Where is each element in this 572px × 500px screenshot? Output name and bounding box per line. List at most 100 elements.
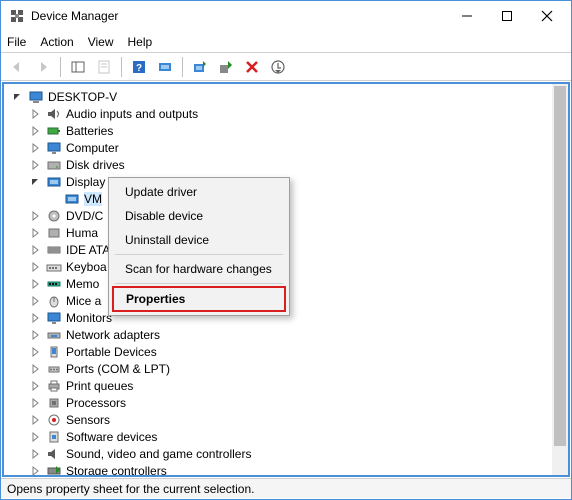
- menu-file[interactable]: File: [7, 35, 26, 49]
- caret-right-icon[interactable]: [29, 312, 41, 324]
- sensor-icon: [46, 412, 62, 428]
- tree-item-network[interactable]: Network adapters: [8, 326, 568, 343]
- toolbar-separator: [121, 57, 122, 77]
- show-hide-tree-button[interactable]: [66, 56, 90, 78]
- back-button[interactable]: [5, 56, 29, 78]
- tree-item-label: Portable Devices: [66, 345, 157, 359]
- battery-icon: [46, 123, 62, 139]
- update-driver-button[interactable]: [188, 56, 212, 78]
- caret-right-icon[interactable]: [29, 295, 41, 307]
- tree-item-label: Computer: [66, 141, 119, 155]
- caret-right-icon[interactable]: [29, 448, 41, 460]
- disk-icon: [46, 157, 62, 173]
- context-menu-disable-device[interactable]: Disable device: [111, 204, 287, 228]
- tree-item-software-devices[interactable]: Software devices: [8, 428, 568, 445]
- caret-right-icon[interactable]: [29, 142, 41, 154]
- caret-right-icon[interactable]: [29, 244, 41, 256]
- tree-item-label: Memo: [66, 277, 99, 291]
- tree-item-sensors[interactable]: Sensors: [8, 411, 568, 428]
- caret-right-icon[interactable]: [29, 278, 41, 290]
- tree-item-sound[interactable]: Sound, video and game controllers: [8, 445, 568, 462]
- context-menu-uninstall-device[interactable]: Uninstall device: [111, 228, 287, 252]
- tree-item-processors[interactable]: Processors: [8, 394, 568, 411]
- tree-root-label: DESKTOP-V: [48, 90, 117, 104]
- caret-right-icon[interactable]: [29, 431, 41, 443]
- tree-root[interactable]: DESKTOP-V: [8, 88, 568, 105]
- caret-down-icon[interactable]: [29, 176, 41, 188]
- menu-help[interactable]: Help: [128, 35, 153, 49]
- hid-icon: [46, 225, 62, 241]
- context-menu-update-driver[interactable]: Update driver: [111, 180, 287, 204]
- help-button[interactable]: ?: [127, 56, 151, 78]
- caret-right-icon[interactable]: [29, 329, 41, 341]
- disable-device-button[interactable]: [240, 56, 264, 78]
- caret-right-icon[interactable]: [29, 159, 41, 171]
- network-icon: [46, 327, 62, 343]
- tree-item-label: VM: [84, 192, 102, 206]
- memory-icon: [46, 276, 62, 292]
- tree-item-label: Sound, video and game controllers: [66, 447, 251, 461]
- monitor-icon: [46, 140, 62, 156]
- computer-icon: [28, 89, 44, 105]
- tree-item-label: Monitors: [66, 311, 112, 325]
- tree-item-label: Print queues: [66, 379, 133, 393]
- caret-right-icon[interactable]: [29, 380, 41, 392]
- window-title: Device Manager: [31, 9, 447, 23]
- statusbar-text: Opens property sheet for the current sel…: [7, 482, 254, 496]
- svg-text:?: ?: [136, 63, 142, 74]
- tree-item-label: Mice a: [66, 294, 101, 308]
- caret-down-icon[interactable]: [11, 91, 23, 103]
- caret-right-icon[interactable]: [29, 227, 41, 239]
- enable-device-button[interactable]: [214, 56, 238, 78]
- tree-item-label: Keyboa: [66, 260, 107, 274]
- titlebar: Device Manager: [1, 1, 571, 31]
- caret-right-icon[interactable]: [29, 414, 41, 426]
- tree-item-label: Processors: [66, 396, 126, 410]
- tree-item-label: Audio inputs and outputs: [66, 107, 198, 121]
- tree-item-print-queues[interactable]: Print queues: [8, 377, 568, 394]
- portable-icon: [46, 344, 62, 360]
- tree-item-storage[interactable]: Storage controllers: [8, 462, 568, 477]
- mouse-icon: [46, 293, 62, 309]
- caret-right-icon[interactable]: [29, 108, 41, 120]
- software-icon: [46, 429, 62, 445]
- vertical-scrollbar[interactable]: [552, 84, 568, 475]
- caret-right-icon[interactable]: [29, 261, 41, 273]
- tree-item-computer[interactable]: Computer: [8, 139, 568, 156]
- ide-icon: [46, 242, 62, 258]
- menubar: File Action View Help: [1, 31, 571, 53]
- tree-item-label: Network adapters: [66, 328, 160, 342]
- caret-right-icon[interactable]: [29, 346, 41, 358]
- scrollbar-thumb[interactable]: [554, 86, 566, 446]
- caret-right-icon[interactable]: [29, 465, 41, 477]
- scan-hardware-button[interactable]: [153, 56, 177, 78]
- tree-item-label: IDE ATA: [66, 243, 110, 257]
- display-adapter-icon: [64, 191, 80, 207]
- tree-item-audio[interactable]: Audio inputs and outputs: [8, 105, 568, 122]
- keyboard-icon: [46, 259, 62, 275]
- minimize-button[interactable]: [447, 2, 487, 30]
- ports-icon: [46, 361, 62, 377]
- tree-item-ports[interactable]: Ports (COM & LPT): [8, 360, 568, 377]
- close-button[interactable]: [527, 2, 567, 30]
- caret-right-icon[interactable]: [29, 397, 41, 409]
- tree-item-batteries[interactable]: Batteries: [8, 122, 568, 139]
- menu-view[interactable]: View: [88, 35, 114, 49]
- maximize-button[interactable]: [487, 2, 527, 30]
- menu-action[interactable]: Action: [40, 35, 73, 49]
- uninstall-device-button[interactable]: [266, 56, 290, 78]
- context-menu-scan-hardware[interactable]: Scan for hardware changes: [111, 257, 287, 281]
- caret-right-icon[interactable]: [29, 210, 41, 222]
- toolbar-separator: [60, 57, 61, 77]
- forward-button[interactable]: [31, 56, 55, 78]
- tree-item-disk-drives[interactable]: Disk drives: [8, 156, 568, 173]
- context-menu-separator: [115, 254, 283, 255]
- caret-right-icon[interactable]: [29, 125, 41, 137]
- tree-item-label: Sensors: [66, 413, 110, 427]
- properties-button[interactable]: [92, 56, 116, 78]
- caret-right-icon[interactable]: [29, 363, 41, 375]
- tree-item-portable[interactable]: Portable Devices: [8, 343, 568, 360]
- context-menu-properties[interactable]: Properties: [112, 286, 286, 312]
- context-menu: Update driver Disable device Uninstall d…: [108, 177, 290, 316]
- tree-item-label: Huma: [66, 226, 98, 240]
